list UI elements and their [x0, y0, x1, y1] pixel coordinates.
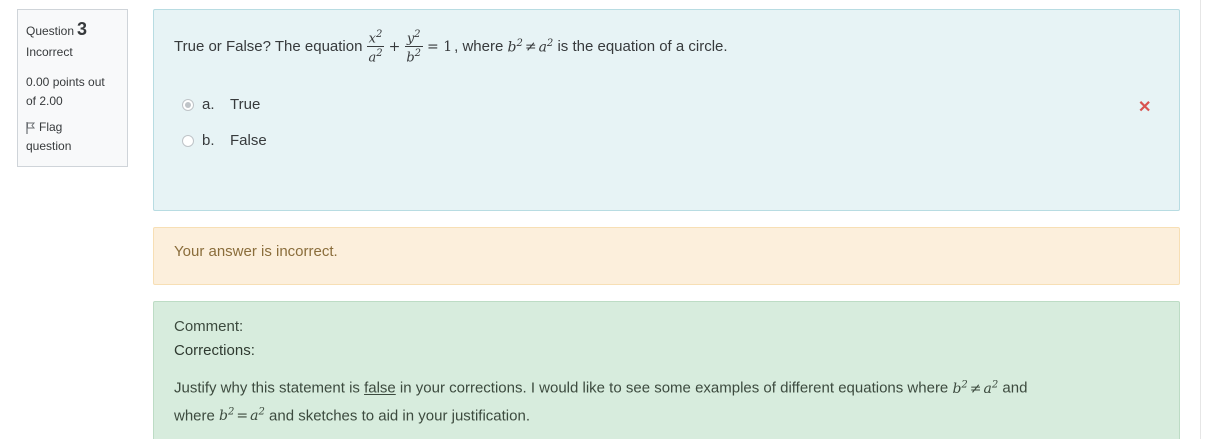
frac2-den-exp: 2 — [414, 48, 422, 60]
comment-math-b2: b2 — [219, 406, 235, 425]
comment-b2-var: b — [219, 408, 228, 425]
flag-label: Flag — [39, 120, 63, 134]
question-where: , where — [454, 38, 508, 56]
frac2-num-exp: 2 — [414, 29, 421, 40]
grade-line-2: of 2.00 — [26, 94, 63, 108]
equals-one: = 1 — [427, 38, 453, 55]
answer-a-text: True — [230, 96, 261, 113]
math-b: b2 — [507, 38, 522, 56]
answer-b-text: False — [230, 132, 267, 149]
frac1-num-exp: 2 — [376, 29, 383, 40]
comment-label: Comment: — [174, 318, 244, 335]
not-equal-sign: ≠ — [524, 38, 537, 55]
comment-part-2: in your corrections. I would like to see… — [395, 379, 953, 397]
frac2-den: b — [406, 50, 415, 66]
math-b-exp: 2 — [516, 38, 523, 49]
question-number: Question 3 — [26, 19, 119, 41]
question-suffix: is the equation of a circle. — [553, 38, 728, 56]
comment-box: Comment: Corrections: Justify why this s… — [153, 301, 1180, 439]
comment-eq: = — [236, 408, 249, 425]
comment-part-1: Justify why this statement is — [174, 379, 365, 397]
comment-body: Justify why this statement is false in y… — [174, 373, 1159, 428]
math-a: a2 — [539, 38, 554, 56]
incorrect-message: Your answer is incorrect. — [174, 243, 338, 260]
answer-a-letter: a. — [202, 96, 215, 113]
question-content-box: True or False? The equation x2 a2 + y2 b… — [153, 9, 1180, 211]
frac1-den-exp: 2 — [376, 48, 383, 60]
radio-b[interactable] — [182, 134, 194, 147]
flag-question-link[interactable]: Flag question — [26, 118, 119, 156]
comment-false-underlined: false — [364, 379, 396, 397]
question-prefix: True or False? The equation — [174, 38, 363, 56]
question-text: True or False? The equation x2 a2 + y2 b… — [174, 28, 728, 66]
comment-b2-exp: 2 — [228, 406, 235, 418]
answer-option-a[interactable]: a. True — [182, 96, 260, 113]
answer-option-b[interactable]: b. False — [182, 132, 267, 149]
quiz-review-page: Question 3 Incorrect 0.00 points out of … — [0, 0, 1224, 439]
plus-sign: + — [388, 38, 401, 55]
frac1-num: x — [368, 31, 376, 47]
comment-part-3: and — [998, 379, 1028, 397]
comment-neq: ≠ — [969, 380, 982, 397]
grade-line-1: 0.00 points out — [26, 75, 105, 89]
flag-label-2: question — [26, 139, 72, 153]
incorrect-feedback-box: Your answer is incorrect. — [153, 227, 1180, 285]
flag-icon — [26, 121, 36, 134]
math-a-var: a — [538, 39, 547, 56]
page-divider — [1200, 0, 1201, 439]
corrections-label: Corrections: — [174, 342, 255, 359]
answer-b-letter: b. — [202, 132, 215, 149]
comment-line2-start: where — [174, 407, 220, 425]
comment-math-b: b2 — [952, 379, 968, 397]
question-grade: 0.00 points out of 2.00 — [26, 73, 119, 111]
fraction-y-over-b: y2 b2 — [404, 28, 423, 66]
comment-part-4: and sketches to aid in your justificatio… — [264, 407, 530, 425]
question-info-panel: Question 3 Incorrect 0.00 points out of … — [17, 9, 128, 167]
incorrect-x-icon: ✕ — [1138, 99, 1152, 116]
flag-row: Flag — [26, 118, 119, 137]
fraction-x-over-a: x2 a2 — [366, 28, 385, 66]
question-state: Incorrect — [26, 45, 73, 59]
question-number-value: 3 — [77, 19, 88, 39]
radio-a[interactable] — [182, 98, 194, 111]
comment-b-exp: 2 — [961, 379, 968, 390]
comment-math-a: a2 — [983, 379, 999, 397]
comment-math-a2: a2 — [250, 407, 265, 425]
question-label: Question — [26, 24, 75, 38]
comment-a-var: a — [983, 380, 992, 397]
